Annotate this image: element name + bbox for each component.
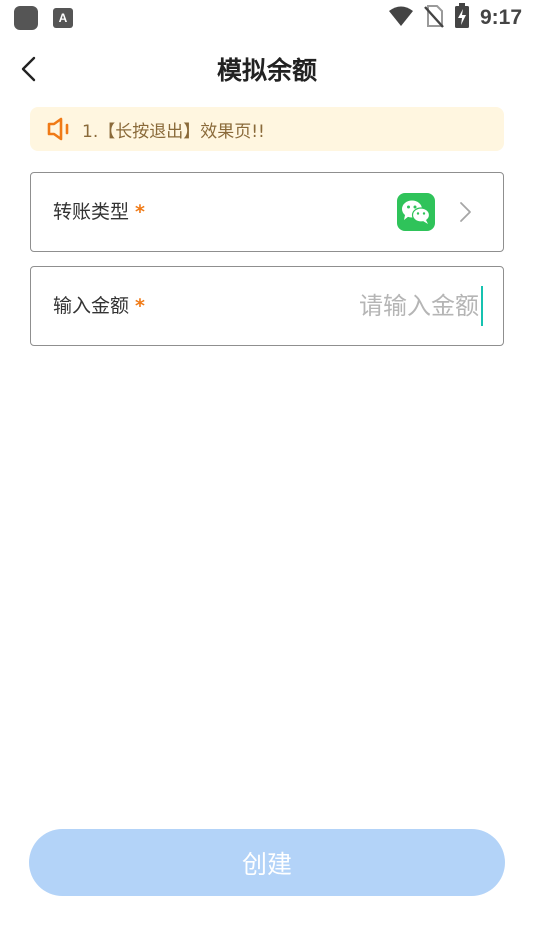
page-title: 模拟余额: [216, 56, 317, 85]
notice-banner: 1.【长按退出】效果页!!: [30, 107, 504, 151]
chevron-right-icon: [453, 200, 477, 224]
a-icon: A: [53, 8, 73, 28]
notice-text: 1.【长按退出】效果页!!: [82, 121, 265, 142]
required-mark: *: [135, 295, 145, 317]
required-mark: *: [135, 201, 145, 223]
transfer-type-label-text: 转账类型: [53, 201, 130, 223]
status-bar: A 9:17: [0, 0, 534, 36]
chevron-left-icon: [20, 56, 38, 86]
transfer-type-label: 转账类型 *: [53, 173, 145, 251]
amount-label: 输入金额 *: [53, 267, 145, 345]
amount-input[interactable]: [219, 286, 483, 326]
wifi-icon: [388, 5, 414, 31]
header: 模拟余额: [0, 46, 534, 96]
no-sim-icon: [424, 4, 444, 32]
back-button[interactable]: [12, 54, 46, 88]
amount-row: 输入金额 *: [30, 266, 504, 346]
amount-label-text: 输入金额: [53, 295, 130, 317]
battery-charging-icon: [454, 3, 470, 33]
transfer-type-row[interactable]: 转账类型 *: [30, 172, 504, 252]
wechat-icon[interactable]: [397, 193, 435, 231]
status-time: 9:17: [479, 6, 522, 29]
app-icon: [14, 6, 38, 30]
create-button[interactable]: 创建: [29, 829, 505, 896]
speaker-icon: [46, 116, 72, 142]
status-bar-right: 9:17: [388, 3, 522, 33]
